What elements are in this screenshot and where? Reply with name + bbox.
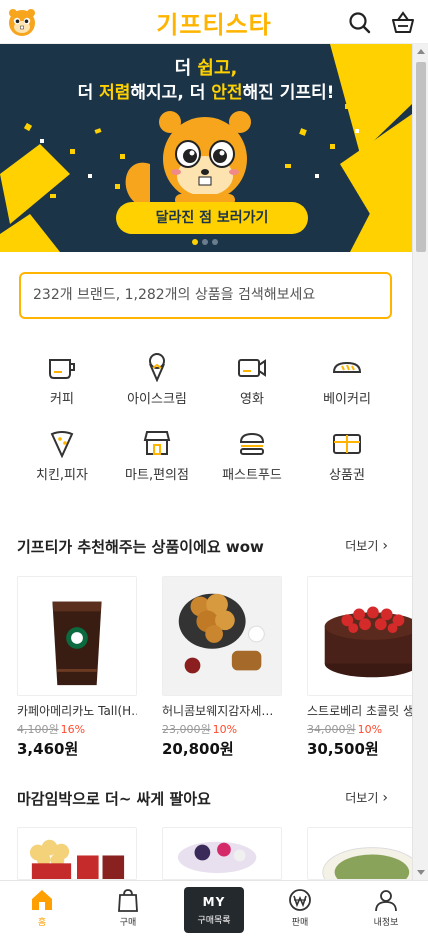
nav-label: 구매 [119, 918, 137, 928]
category-chicken-pizza[interactable]: 치킨,피자 [17, 428, 107, 483]
app-header: 기프티스타 [0, 0, 428, 44]
more-label: 더보기 [345, 539, 379, 553]
dessert-image [163, 828, 281, 879]
won-coin-icon [289, 889, 311, 911]
nav-label: 판매 [291, 918, 309, 928]
pagination-dot[interactable] [212, 239, 218, 245]
product-card[interactable]: 카페아메리카노 Tall(H… 4,100원 16% 3,460원 [17, 576, 137, 759]
strawberry-cake-image [308, 577, 426, 695]
category-label: 베이커리 [323, 392, 371, 407]
scroll-up-arrow-icon[interactable] [417, 49, 425, 54]
category-fastfood[interactable]: 패스트푸드 [207, 428, 297, 483]
product-price: 3,460원 [17, 740, 79, 758]
category-movie[interactable]: 영화 [207, 352, 297, 407]
my-list-icon: MY [202, 895, 226, 909]
gift-card-icon [333, 434, 361, 454]
search-input[interactable]: 232개 브랜드, 1,282개의 상품을 검색해보세요 [19, 272, 392, 319]
product-name: 스트로베리 초콜릿 생 [307, 704, 414, 718]
nav-my-info[interactable]: 내정보 [356, 887, 416, 928]
nav-label: 구매목록 [197, 916, 231, 926]
banner-pagination [190, 230, 220, 249]
chevron-right-icon: › [382, 538, 388, 554]
product-original-price: 4,100원 16% [17, 721, 137, 737]
coffee-cup-icon [49, 359, 75, 379]
deadline-more-link[interactable]: 더보기 › [345, 789, 388, 806]
user-icon [375, 890, 397, 912]
category-label: 치킨,피자 [36, 468, 88, 483]
product-name: 허니콤보웨지감자세… [162, 704, 274, 718]
nav-home[interactable]: 홈 [12, 887, 72, 928]
banner-headline-1: 더 쉽고, [174, 58, 238, 79]
product-original-price: 34,000원 10% [307, 721, 427, 737]
burger-icon [239, 432, 265, 455]
nav-sell[interactable]: 판매 [270, 887, 330, 928]
product-image [17, 576, 137, 696]
product-price: 20,800원 [162, 740, 234, 758]
pagination-dot[interactable] [202, 239, 208, 245]
squirrel-mascot [125, 111, 251, 209]
scroll-down-arrow-icon[interactable] [417, 870, 425, 875]
more-label: 더보기 [345, 791, 379, 805]
category-label: 상품권 [329, 468, 365, 483]
category-label: 마트,편의점 [125, 468, 189, 483]
page-scrollbar[interactable] [412, 44, 428, 880]
category-icecream[interactable]: 아이스크림 [112, 352, 202, 407]
category-coffee[interactable]: 커피 [17, 352, 107, 407]
nav-buy[interactable]: 구매 [98, 887, 158, 928]
iced-americano-image [18, 577, 136, 695]
category-mart[interactable]: 마트,편의점 [112, 428, 202, 483]
product-price: 30,500원 [307, 740, 379, 758]
category-bakery[interactable]: 베이커리 [302, 352, 392, 407]
product-card[interactable]: 허니콤보웨지감자세… 23,000원 10% 20,800원 [162, 576, 282, 759]
fried-chicken-image [163, 577, 281, 695]
pizza-icon [50, 431, 74, 458]
original-price: 34,000원 [307, 723, 356, 736]
category-label: 패스트푸드 [222, 468, 282, 483]
recommended-more-link[interactable]: 더보기 › [345, 537, 388, 554]
popcorn-image [18, 828, 136, 879]
bottom-navigation: 홈 구매 MY 구매목록 판매 내정보 [0, 880, 428, 938]
discount-rate: 10% [357, 723, 383, 736]
bread-icon [332, 361, 362, 373]
category-giftcard[interactable]: 상품권 [302, 428, 392, 483]
product-name: 카페아메리카노 Tall(H… [17, 704, 137, 718]
discount-rate: 10% [212, 723, 238, 736]
basket-icon[interactable] [390, 10, 416, 36]
product-image [307, 827, 427, 880]
deadline-title: 마감임박으로 더~ 싸게 팔아요 [17, 790, 211, 808]
category-label: 영화 [240, 392, 264, 407]
video-camera-icon [238, 359, 266, 377]
original-price: 4,100원 [17, 723, 59, 736]
shopping-bag-icon [118, 889, 138, 912]
nav-label: 홈 [37, 918, 47, 928]
promo-banner[interactable]: 더 쉽고, 더 저렴해지고, 더 안전해진 기프티! 달라진 점 보러가기 [0, 44, 412, 252]
salad-image [308, 828, 426, 879]
product-image [307, 576, 427, 696]
ice-cream-icon [149, 353, 165, 382]
nav-purchase-list[interactable]: MY 구매목록 [184, 887, 244, 933]
product-card[interactable] [17, 827, 137, 880]
category-label: 커피 [50, 392, 74, 407]
category-label: 아이스크림 [127, 392, 187, 407]
discount-rate: 16% [60, 723, 86, 736]
chevron-right-icon: › [382, 790, 388, 806]
product-card[interactable] [307, 827, 427, 880]
product-image [162, 576, 282, 696]
nav-label: 내정보 [373, 918, 399, 928]
scroll-thumb[interactable] [416, 62, 426, 252]
search-icon[interactable] [347, 10, 373, 36]
product-card[interactable]: 스트로베리 초콜릿 생 34,000원 10% 30,500원 [307, 576, 427, 759]
banner-headline-2: 더 저렴해지고, 더 안전해진 기프티! [77, 83, 335, 103]
pagination-dot[interactable] [192, 239, 198, 245]
product-original-price: 23,000원 10% [162, 721, 282, 737]
store-icon [143, 431, 171, 455]
home-icon [32, 890, 52, 910]
product-card[interactable] [162, 827, 282, 880]
product-image [162, 827, 282, 880]
original-price: 23,000원 [162, 723, 211, 736]
product-image [17, 827, 137, 880]
recommended-title: 기프티가 추천해주는 상품이에요 wow [17, 538, 264, 556]
